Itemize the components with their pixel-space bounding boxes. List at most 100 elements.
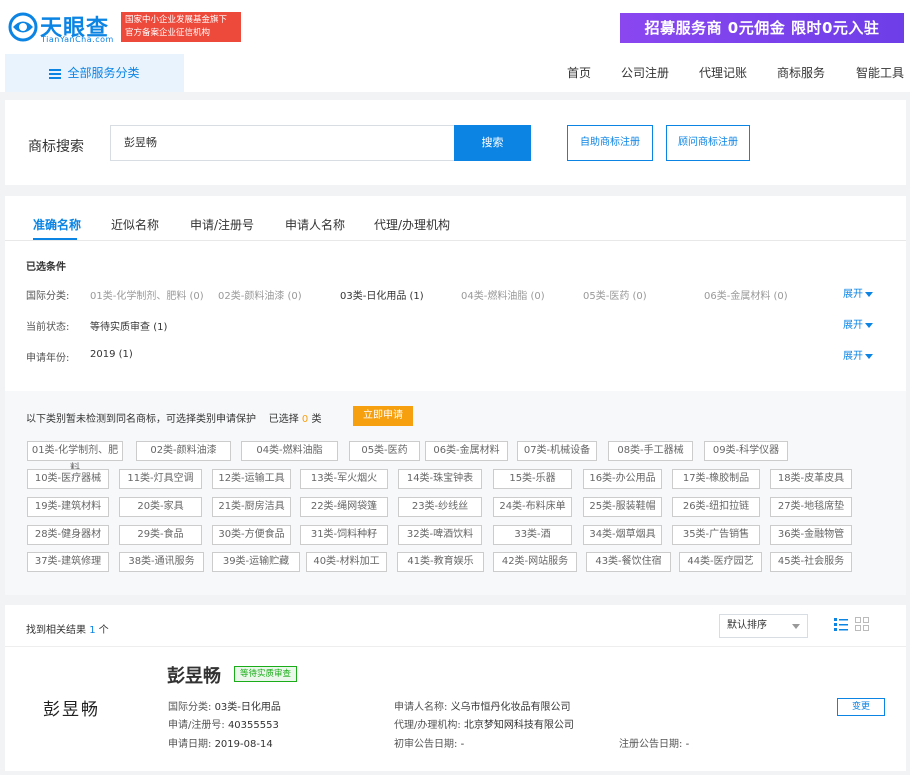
filter-class-03[interactable]: 03类-日化用品 (1) [340,287,424,302]
protection-notice: 以下类别暂未检测到同名商标，可选择类别申请保护 已选择 0 类 [26,414,322,425]
filter-class-05[interactable]: 05类-医药 (0) [583,287,647,302]
class-tag[interactable]: 45类-社会服务 [770,552,852,572]
class-tag[interactable]: 13类-军火烟火 [300,469,388,489]
nav-trademark-service[interactable]: 商标服务 [777,54,825,92]
info-apply-date: 申请日期: 2019-08-14 [168,739,273,750]
class-tag[interactable]: 01类-化学制剂、肥料 [27,441,123,474]
class-tag[interactable]: 27类-地毯席垫 [770,497,852,517]
class-tag[interactable]: 28类-健身器材 [27,525,109,545]
class-tag[interactable]: 10类-医疗器械 [27,469,109,489]
filter-class-01[interactable]: 01类-化学制剂、肥料 (0) [90,287,204,302]
expand-year[interactable]: 展开 [843,347,873,362]
class-tag[interactable]: 18类-皮革皮具 [770,469,852,489]
nav-company-register[interactable]: 公司注册 [621,54,669,92]
class-tag[interactable]: 31类-饲料种籽 [300,525,388,545]
class-tag[interactable]: 09类-科学仪器 [704,441,788,461]
class-tag[interactable]: 08类-手工器械 [608,441,693,461]
class-tag[interactable]: 16类-办公用品 [583,469,662,489]
results-panel: 找到相关结果 1 个 默认排序 彭昱畅 彭昱畅 等待实质审查 国际分类: 03类… [5,605,906,771]
promo-banner[interactable]: 招募服务商 0元佣金 限时0元入驻 [620,13,904,43]
class-tag[interactable]: 35类-广告销售 [672,525,760,545]
chevron-down-icon [792,624,800,629]
all-categories-button[interactable]: 全部服务分类 [5,54,184,92]
info-prelim-date: 初审公告日期: - [394,739,465,750]
info-intl-class: 国际分类: 03类-日化用品 [168,702,281,713]
expand-intl-class[interactable]: 展开 [843,285,873,300]
menu-icon [49,67,62,81]
grid-view-icon[interactable] [855,617,869,631]
expand-status[interactable]: 展开 [843,316,873,331]
class-tag[interactable]: 23类-纱线丝 [398,497,482,517]
tianyancha-logo-icon[interactable] [6,12,40,42]
logo-subtitle: TianYanCha.com [41,35,114,44]
class-tag[interactable]: 04类-燃料油脂 [241,441,338,461]
search-input[interactable]: 彭昱畅 [110,125,460,161]
class-tag[interactable]: 02类-颜料油漆 [136,441,231,461]
result-count: 找到相关结果 1 个 [26,625,109,636]
class-tag[interactable]: 14类-珠宝钟表 [398,469,482,489]
search-panel: 商标搜索 彭昱畅 搜索 自助商标注册 顾问商标注册 [5,100,906,185]
nav-home[interactable]: 首页 [567,54,591,92]
class-tag[interactable]: 36类-金融物管 [770,525,852,545]
search-label: 商标搜索 [28,139,84,155]
tab-similar-name[interactable]: 近似名称 [111,216,159,242]
year-label: 申请年份: [26,353,70,364]
class-tag[interactable]: 43类-餐饮住宿 [586,552,671,572]
class-tag[interactable]: 22类-绳网袋篷 [300,497,388,517]
class-tag[interactable]: 41类-教育娱乐 [397,552,484,572]
class-tag[interactable]: 29类-食品 [119,525,202,545]
class-tag[interactable]: 07类-机械设备 [517,441,597,461]
apply-now-button[interactable]: 立即申请 [353,406,413,426]
tab-agent[interactable]: 代理/办理机构 [374,216,450,242]
class-tag[interactable]: 15类-乐器 [493,469,572,489]
class-tag[interactable]: 33类-酒 [493,525,572,545]
sort-select[interactable]: 默认排序 [719,614,808,638]
caret-down-icon [865,291,873,297]
tab-reg-number[interactable]: 申请/注册号 [190,216,254,242]
class-tag[interactable]: 38类-通讯服务 [119,552,204,572]
search-button[interactable]: 搜索 [454,125,531,161]
info-agent: 代理/办理机构: 北京梦知网科技有限公司 [394,720,574,731]
class-tag[interactable]: 19类-建筑材料 [27,497,109,517]
results-divider [5,646,906,647]
class-tag[interactable]: 44类-医疗园艺 [679,552,762,572]
class-tag[interactable]: 20类-家具 [119,497,202,517]
nav-smart-tools[interactable]: 智能工具 [856,54,904,92]
class-tag[interactable]: 30类-方便食品 [212,525,291,545]
class-tag[interactable]: 06类-金属材料 [425,441,508,461]
caret-down-icon [865,353,873,359]
filter-class-06[interactable]: 06类-金属材料 (0) [704,287,788,302]
class-tag[interactable]: 39类-运输贮藏 [212,552,300,572]
class-tag[interactable]: 34类-烟草烟具 [583,525,662,545]
class-tag[interactable]: 24类-布料床单 [493,497,572,517]
tab-divider [5,240,906,241]
class-tag[interactable]: 05类-医药 [349,441,420,461]
filter-year[interactable]: 2019 (1) [90,349,133,360]
consultant-register-button[interactable]: 顾问商标注册 [666,125,750,161]
class-tag[interactable]: 21类-厨房洁具 [212,497,291,517]
trademark-image[interactable]: 彭昱畅 [43,695,100,720]
list-view-icon[interactable] [834,617,848,631]
class-tag[interactable]: 42类-网站服务 [493,552,577,572]
trademark-name[interactable]: 彭昱畅 [167,662,221,688]
gov-badge-line1: 国家中小企业发展基金旗下 [125,15,228,25]
self-register-button[interactable]: 自助商标注册 [567,125,653,161]
filter-class-02[interactable]: 02类-颜料油漆 (0) [218,287,302,302]
class-tag[interactable]: 37类-建筑修理 [27,552,109,572]
info-reg-no: 申请/注册号: 40355553 [168,720,279,731]
change-button[interactable]: 变更 [837,698,885,716]
gov-badge-line2: 官方备案企业征信机构 [125,28,211,38]
intl-class-label: 国际分类: [26,291,70,302]
filter-class-04[interactable]: 04类-燃料油脂 (0) [461,287,545,302]
class-tag[interactable]: 32类-啤酒饮料 [398,525,482,545]
filter-status[interactable]: 等待实质审查 (1) [90,318,167,333]
class-tag[interactable]: 12类-运输工具 [212,469,291,489]
tab-applicant-name[interactable]: 申请人名称 [285,216,345,242]
class-tag[interactable]: 26类-纽扣拉链 [672,497,760,517]
class-tag[interactable]: 25类-服装鞋帽 [583,497,662,517]
status-label: 当前状态: [26,322,70,333]
class-tag[interactable]: 17类-橡胶制品 [672,469,760,489]
nav-bookkeeping[interactable]: 代理记账 [699,54,747,92]
class-tag[interactable]: 11类-灯具空调 [119,469,202,489]
class-tag[interactable]: 40类-材料加工 [306,552,387,572]
